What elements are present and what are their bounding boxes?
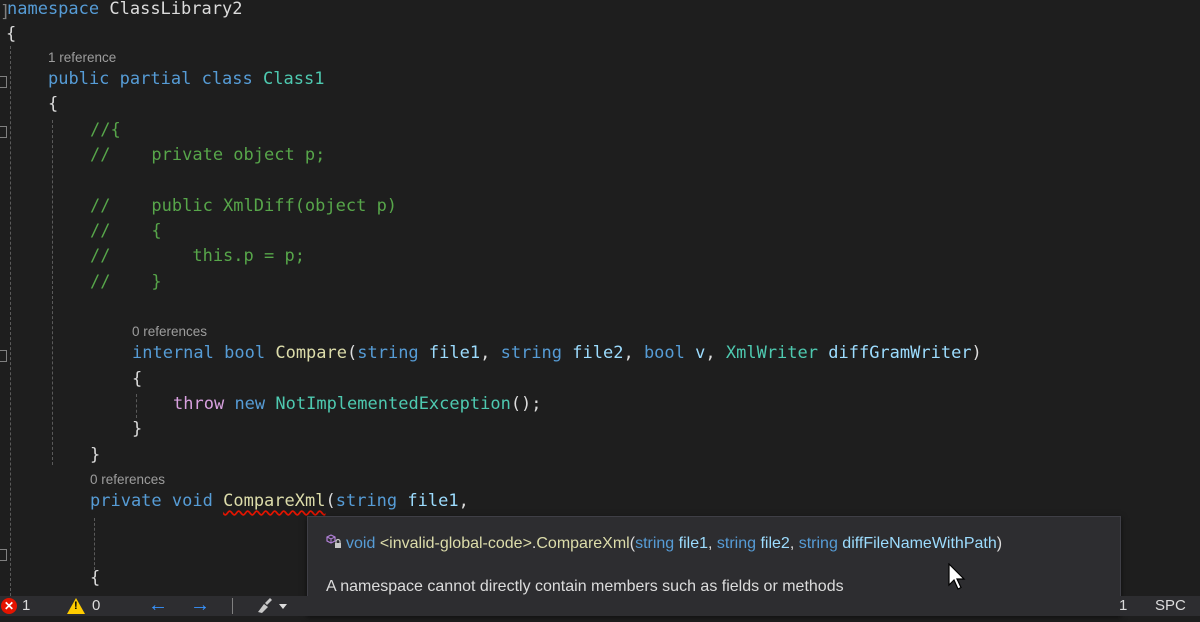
code-line-brace[interactable]: { — [6, 22, 16, 47]
keyword: internal — [132, 343, 214, 363]
indent-guide — [52, 120, 53, 465]
parameter: file2 — [760, 535, 790, 552]
keyword: bool — [224, 343, 266, 363]
type-name: XmlWriter — [725, 343, 818, 363]
parameter: file2 — [572, 343, 624, 363]
type-name: NotImplementedException — [275, 394, 511, 414]
parameter: file1 — [678, 535, 708, 552]
code-cleanup-button[interactable] — [254, 596, 294, 616]
namespace-name: ClassLibrary2 — [109, 0, 243, 19]
indent-mode[interactable]: SPC — [1155, 596, 1186, 616]
warning-count: 0 — [92, 597, 101, 614]
brush-icon — [258, 598, 287, 613]
class-name: Class1 — [263, 69, 325, 89]
codelens-compare-references[interactable]: 0 references — [132, 324, 207, 339]
status-separator — [232, 598, 233, 614]
method-name: Compare — [275, 343, 347, 363]
keyword: string — [635, 535, 675, 552]
method-name: CompareXml — [536, 535, 630, 552]
warning-icon: ! — [67, 598, 85, 614]
code-editor[interactable]: ] namespace ClassLibrary2 { 1 reference … — [0, 0, 1200, 596]
method-lock-icon — [326, 533, 341, 548]
brace: { — [90, 568, 101, 588]
tooltip-error-message: A namespace cannot directly contain memb… — [326, 578, 844, 595]
status-bar: ✕ 1 ! 0 ← → 1 SPC — [0, 595, 1200, 616]
line-number[interactable]: 1 — [1119, 596, 1127, 616]
keyword: private — [90, 491, 162, 511]
fold-marker[interactable] — [0, 350, 7, 362]
fold-marker[interactable] — [0, 76, 7, 88]
punctuation: , — [705, 343, 726, 363]
codelens-class-references[interactable]: 1 reference — [48, 50, 116, 65]
keyword: string — [798, 535, 838, 552]
code-line-namespace[interactable]: namespace ClassLibrary2 — [7, 0, 242, 22]
parameter: diffFileNameWithPath — [842, 535, 997, 552]
keyword: string — [335, 491, 398, 511]
comment-line[interactable]: // { — [90, 219, 162, 244]
error-count: 1 — [22, 597, 31, 614]
code-line-brace[interactable]: } — [90, 443, 100, 468]
punctuation: ) — [996, 535, 1003, 552]
code-line-throw[interactable]: throw new NotImplementedException(); — [173, 392, 542, 417]
comment-line[interactable]: //{ — [90, 118, 121, 143]
brace: } — [132, 419, 143, 439]
keyword: bool — [643, 343, 685, 363]
code-line-brace[interactable]: } — [132, 417, 142, 442]
brace: } — [90, 445, 101, 465]
comment-line[interactable]: // public XmlDiff(object p) — [90, 194, 397, 219]
code-line-brace[interactable]: { — [90, 566, 100, 591]
parameter: diffGramWriter — [828, 343, 972, 363]
punctuation: ) — [971, 343, 982, 363]
parameter: file1 — [407, 491, 459, 511]
fold-marker[interactable] — [0, 126, 7, 138]
comment-line[interactable]: // this.p = p; — [90, 244, 305, 269]
warning-count-button[interactable]: ! 0 — [66, 596, 106, 616]
error-count-button[interactable]: ✕ 1 — [0, 596, 40, 616]
scope-name: <invalid-global-code> — [379, 535, 532, 552]
comment-line[interactable]: // private object p; — [90, 143, 325, 168]
keyword: class — [201, 69, 253, 89]
method-name-error[interactable]: CompareXml — [223, 491, 325, 511]
keyword: void — [346, 535, 376, 552]
keyword: partial — [119, 69, 192, 89]
comment-line[interactable]: // } — [90, 270, 162, 295]
parameter: file1 — [428, 343, 481, 363]
keyword: string — [357, 343, 419, 363]
punctuation: , — [789, 535, 799, 552]
brace: { — [48, 94, 59, 114]
keyword: void — [171, 491, 213, 511]
punctuation: , — [458, 491, 469, 511]
parameter: v — [695, 343, 706, 363]
punctuation: , — [480, 343, 501, 363]
brace: { — [6, 24, 17, 44]
brace: { — [132, 369, 143, 389]
keyword: throw — [173, 394, 225, 414]
codelens-comparexml-references[interactable]: 0 references — [90, 472, 165, 487]
code-line-compare-signature[interactable]: internal bool Compare(string file1, stri… — [132, 341, 982, 366]
keyword: namespace — [7, 0, 100, 19]
code-line-brace[interactable]: { — [48, 92, 58, 117]
arrow-right-icon[interactable]: → — [190, 595, 210, 615]
punctuation: , — [708, 535, 717, 552]
keyword: new — [234, 394, 266, 414]
error-icon: ✕ — [1, 598, 17, 614]
keyword: string — [500, 343, 563, 363]
tooltip-signature: void <invalid-global-code>.CompareXml(st… — [326, 533, 1002, 553]
code-line-brace[interactable]: { — [132, 367, 142, 392]
code-line-class[interactable]: public partial class Class1 — [48, 67, 324, 92]
indent-guide — [136, 394, 137, 418]
punctuation: , — [623, 343, 644, 363]
punctuation: ( — [325, 491, 336, 511]
keyword: public — [48, 69, 110, 89]
arrow-left-icon[interactable]: ← — [148, 595, 168, 615]
fold-marker[interactable] — [0, 549, 7, 561]
indent-guide — [10, 46, 11, 596]
punctuation: ( — [347, 343, 358, 363]
keyword: string — [716, 535, 757, 552]
punctuation: (); — [510, 394, 542, 414]
code-line-comparexml-signature[interactable]: private void CompareXml(string file1, — [90, 489, 469, 514]
indent-guide — [94, 518, 95, 570]
